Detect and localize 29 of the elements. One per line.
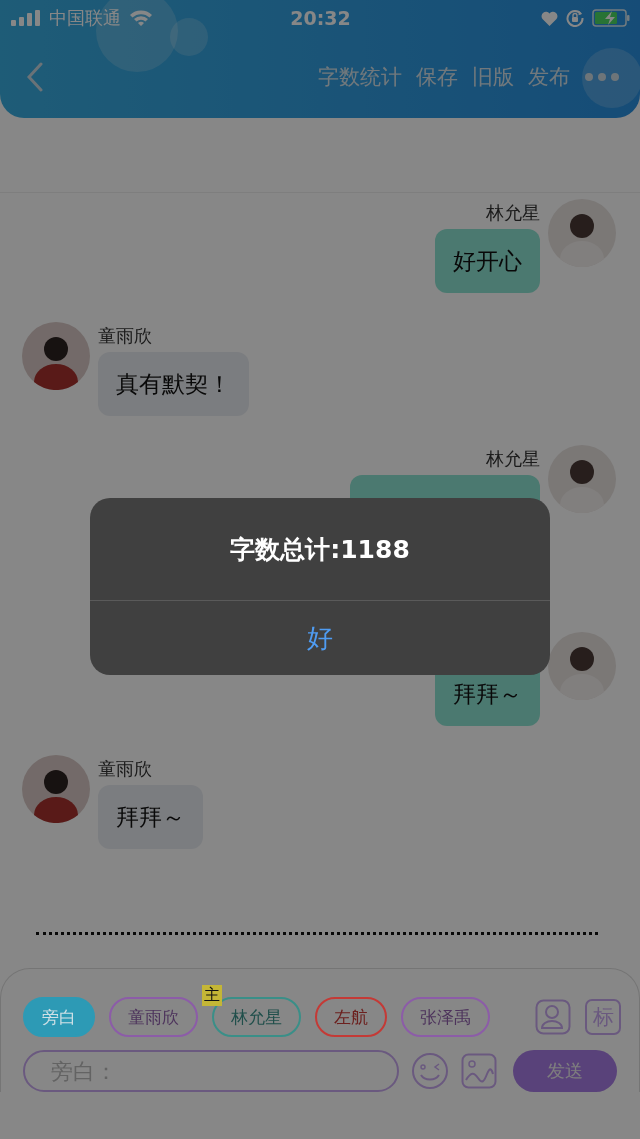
nav-action[interactable]: 发布 bbox=[528, 63, 570, 91]
avatar[interactable] bbox=[548, 199, 616, 267]
role-chip[interactable]: 童雨欣 bbox=[109, 997, 198, 1037]
nav-action[interactable]: 旧版 bbox=[472, 63, 514, 91]
battery-charging-icon bbox=[592, 9, 630, 27]
signal-icon bbox=[11, 10, 41, 26]
heart-icon bbox=[541, 10, 558, 26]
nav-action[interactable]: 保存 bbox=[416, 63, 458, 91]
nav-action[interactable]: 字数统计 bbox=[318, 63, 402, 91]
role-chip[interactable]: 旁白 bbox=[23, 997, 95, 1037]
carrier-name: 中国联通 bbox=[49, 6, 121, 30]
lead-badge: 主 bbox=[202, 985, 222, 1006]
role-chip[interactable]: 张泽禹 bbox=[401, 997, 490, 1037]
message-bubble: 拜拜～ bbox=[98, 785, 203, 849]
sender-name: 童雨欣 bbox=[98, 757, 152, 779]
alert-title: 字数总计:1188 bbox=[90, 498, 550, 601]
sender-name: 童雨欣 bbox=[98, 324, 152, 346]
message-bubble: 好开心 bbox=[435, 229, 540, 293]
avatar[interactable] bbox=[548, 632, 616, 700]
role-chip[interactable]: 左航 bbox=[315, 997, 387, 1037]
status-time: 20:32 bbox=[290, 7, 351, 29]
avatar[interactable] bbox=[548, 445, 616, 513]
wifi-icon bbox=[129, 9, 153, 27]
sender-name: 林允星 bbox=[486, 201, 540, 223]
avatar[interactable] bbox=[22, 322, 90, 390]
avatar[interactable] bbox=[22, 755, 90, 823]
rotation-lock-icon bbox=[566, 9, 584, 27]
sender-name: 林允星 bbox=[486, 447, 540, 469]
message-bubble: 真有默契！ bbox=[98, 352, 249, 416]
